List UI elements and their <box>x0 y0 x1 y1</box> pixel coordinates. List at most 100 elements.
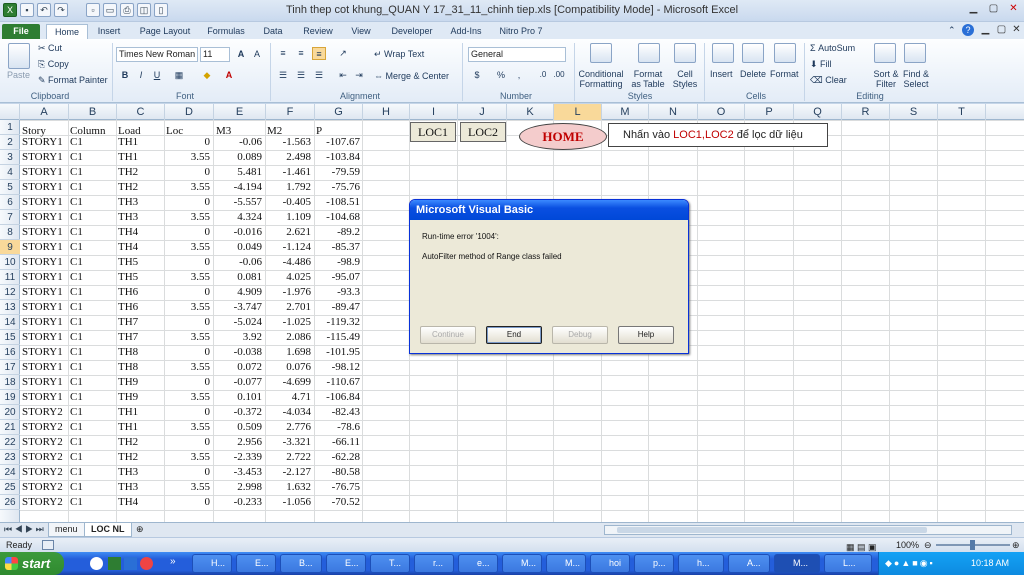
loc1-button[interactable]: LOC1 <box>410 122 456 142</box>
end-button[interactable]: End <box>486 326 542 344</box>
m3-cell[interactable]: -0.372 <box>216 405 262 420</box>
m2-cell[interactable]: 1.109 <box>267 210 311 225</box>
column-cell[interactable]: C1 <box>70 150 116 165</box>
load-cell[interactable]: TH9 <box>118 390 164 405</box>
taskbar-item[interactable]: hoi <box>590 554 630 573</box>
m2-cell[interactable]: -4.034 <box>267 405 311 420</box>
row-header[interactable]: 24 <box>0 465 20 480</box>
borders-icon[interactable]: ▦ <box>172 69 186 82</box>
decrease-decimal-icon[interactable]: .00 <box>552 69 566 82</box>
m3-cell[interactable]: -0.06 <box>216 255 262 270</box>
load-cell[interactable]: TH6 <box>118 285 164 300</box>
column-cell[interactable]: C1 <box>70 375 116 390</box>
load-cell[interactable]: TH7 <box>118 315 164 330</box>
column-cell[interactable]: C1 <box>70 480 116 495</box>
column-cell[interactable]: C1 <box>70 165 116 180</box>
column-cell[interactable]: C1 <box>70 405 116 420</box>
m3-cell[interactable]: -2.339 <box>216 450 262 465</box>
row-header[interactable]: 4 <box>0 165 20 180</box>
column-cell[interactable]: C1 <box>70 330 116 345</box>
load-cell[interactable]: TH3 <box>118 480 164 495</box>
row-header[interactable]: 22 <box>0 435 20 450</box>
column-cell[interactable]: C1 <box>70 345 116 360</box>
fill-color-icon[interactable]: ◆ <box>200 69 214 82</box>
column-header[interactable]: J <box>458 104 507 120</box>
column-header[interactable]: E <box>214 104 266 120</box>
comma-button[interactable]: , <box>512 69 526 82</box>
macro-record-icon[interactable] <box>42 540 54 550</box>
row-header[interactable]: 7 <box>0 210 20 225</box>
m3-cell[interactable]: -0.016 <box>216 225 262 240</box>
row-header[interactable]: 6 <box>0 195 20 210</box>
currency-button[interactable]: $ <box>470 69 484 82</box>
taskbar-item[interactable]: e... <box>458 554 498 573</box>
align-center-icon[interactable]: ☰ <box>294 69 308 82</box>
p-cell[interactable]: -62.28 <box>316 450 360 465</box>
tab-insert[interactable]: Insert <box>90 24 128 39</box>
story-cell[interactable]: STORY1 <box>22 255 68 270</box>
column-header[interactable]: K <box>507 104 554 120</box>
m3-cell[interactable]: -0.233 <box>216 495 262 510</box>
wb-minimize-icon[interactable]: ▁ <box>978 24 993 37</box>
quicklaunch-icon[interactable] <box>140 557 153 570</box>
m3-cell[interactable]: 0.101 <box>216 390 262 405</box>
column-header[interactable]: N <box>649 104 698 120</box>
loc-cell[interactable]: 3.55 <box>166 330 210 345</box>
column-header[interactable]: H <box>363 104 410 120</box>
loc-cell[interactable]: 3.55 <box>166 210 210 225</box>
m3-cell[interactable]: 0.072 <box>216 360 262 375</box>
orientation-icon[interactable]: ↗ <box>336 47 350 60</box>
bold-icon[interactable]: B <box>118 69 132 82</box>
m2-cell[interactable]: -2.127 <box>267 465 311 480</box>
load-cell[interactable]: TH1 <box>118 405 164 420</box>
loc-cell[interactable]: 3.55 <box>166 180 210 195</box>
load-cell[interactable]: TH2 <box>118 435 164 450</box>
decrease-indent-icon[interactable]: ⇤ <box>336 69 350 82</box>
m2-cell[interactable]: -1.563 <box>267 135 311 150</box>
load-cell[interactable]: TH8 <box>118 360 164 375</box>
maximize-icon[interactable]: ▢ <box>986 3 1001 16</box>
m3-cell[interactable]: 0.081 <box>216 270 262 285</box>
story-cell[interactable]: STORY2 <box>22 465 68 480</box>
format-cells-icon[interactable] <box>774 43 796 63</box>
p-cell[interactable]: -108.51 <box>316 195 360 210</box>
column-header-selected[interactable]: L <box>554 104 602 120</box>
row-header[interactable]: 17 <box>0 360 20 375</box>
align-right-icon[interactable]: ☰ <box>312 69 326 82</box>
align-top-icon[interactable]: ≡ <box>276 47 290 60</box>
column-header[interactable]: M <box>602 104 649 120</box>
taskbar-item[interactable]: A... <box>728 554 770 573</box>
loc-cell[interactable]: 0 <box>166 165 211 180</box>
tab-formulas[interactable]: Formulas <box>200 24 252 39</box>
story-cell[interactable]: STORY2 <box>22 435 68 450</box>
row-header[interactable]: 12 <box>0 285 20 300</box>
sheet-tab-menu[interactable]: menu <box>48 523 85 537</box>
loc-cell[interactable]: 0 <box>166 435 211 450</box>
debug-button[interactable]: Debug <box>552 326 608 344</box>
column-cell[interactable]: C1 <box>70 240 116 255</box>
column-cell[interactable]: C1 <box>70 135 116 150</box>
align-bottom-icon[interactable]: ≡ <box>312 47 326 60</box>
p-cell[interactable]: -82.43 <box>316 405 360 420</box>
loc-cell[interactable]: 0 <box>166 285 211 300</box>
story-cell[interactable]: STORY1 <box>22 165 68 180</box>
p-cell[interactable]: -79.59 <box>316 165 360 180</box>
p-cell[interactable]: -85.37 <box>316 240 360 255</box>
scroll-thumb[interactable] <box>617 527 927 533</box>
continue-button[interactable]: Continue <box>420 326 476 344</box>
load-cell[interactable]: TH1 <box>118 135 164 150</box>
load-cell[interactable]: TH2 <box>118 165 164 180</box>
story-cell[interactable]: STORY1 <box>22 375 68 390</box>
font-name-select[interactable]: Times New Roman <box>116 47 198 62</box>
m2-cell[interactable]: -1.056 <box>267 495 311 510</box>
p-cell[interactable]: -93.3 <box>316 285 360 300</box>
column-header[interactable]: A <box>20 104 69 120</box>
m3-cell[interactable]: 0.089 <box>216 150 262 165</box>
italic-icon[interactable]: I <box>134 69 148 82</box>
story-cell[interactable]: STORY1 <box>22 315 68 330</box>
column-cell[interactable]: C1 <box>70 360 116 375</box>
row-header[interactable]: 10 <box>0 255 20 270</box>
underline-icon[interactable]: U <box>150 69 164 82</box>
loc-cell[interactable]: 3.55 <box>166 390 210 405</box>
m2-cell[interactable]: -4.699 <box>267 375 311 390</box>
